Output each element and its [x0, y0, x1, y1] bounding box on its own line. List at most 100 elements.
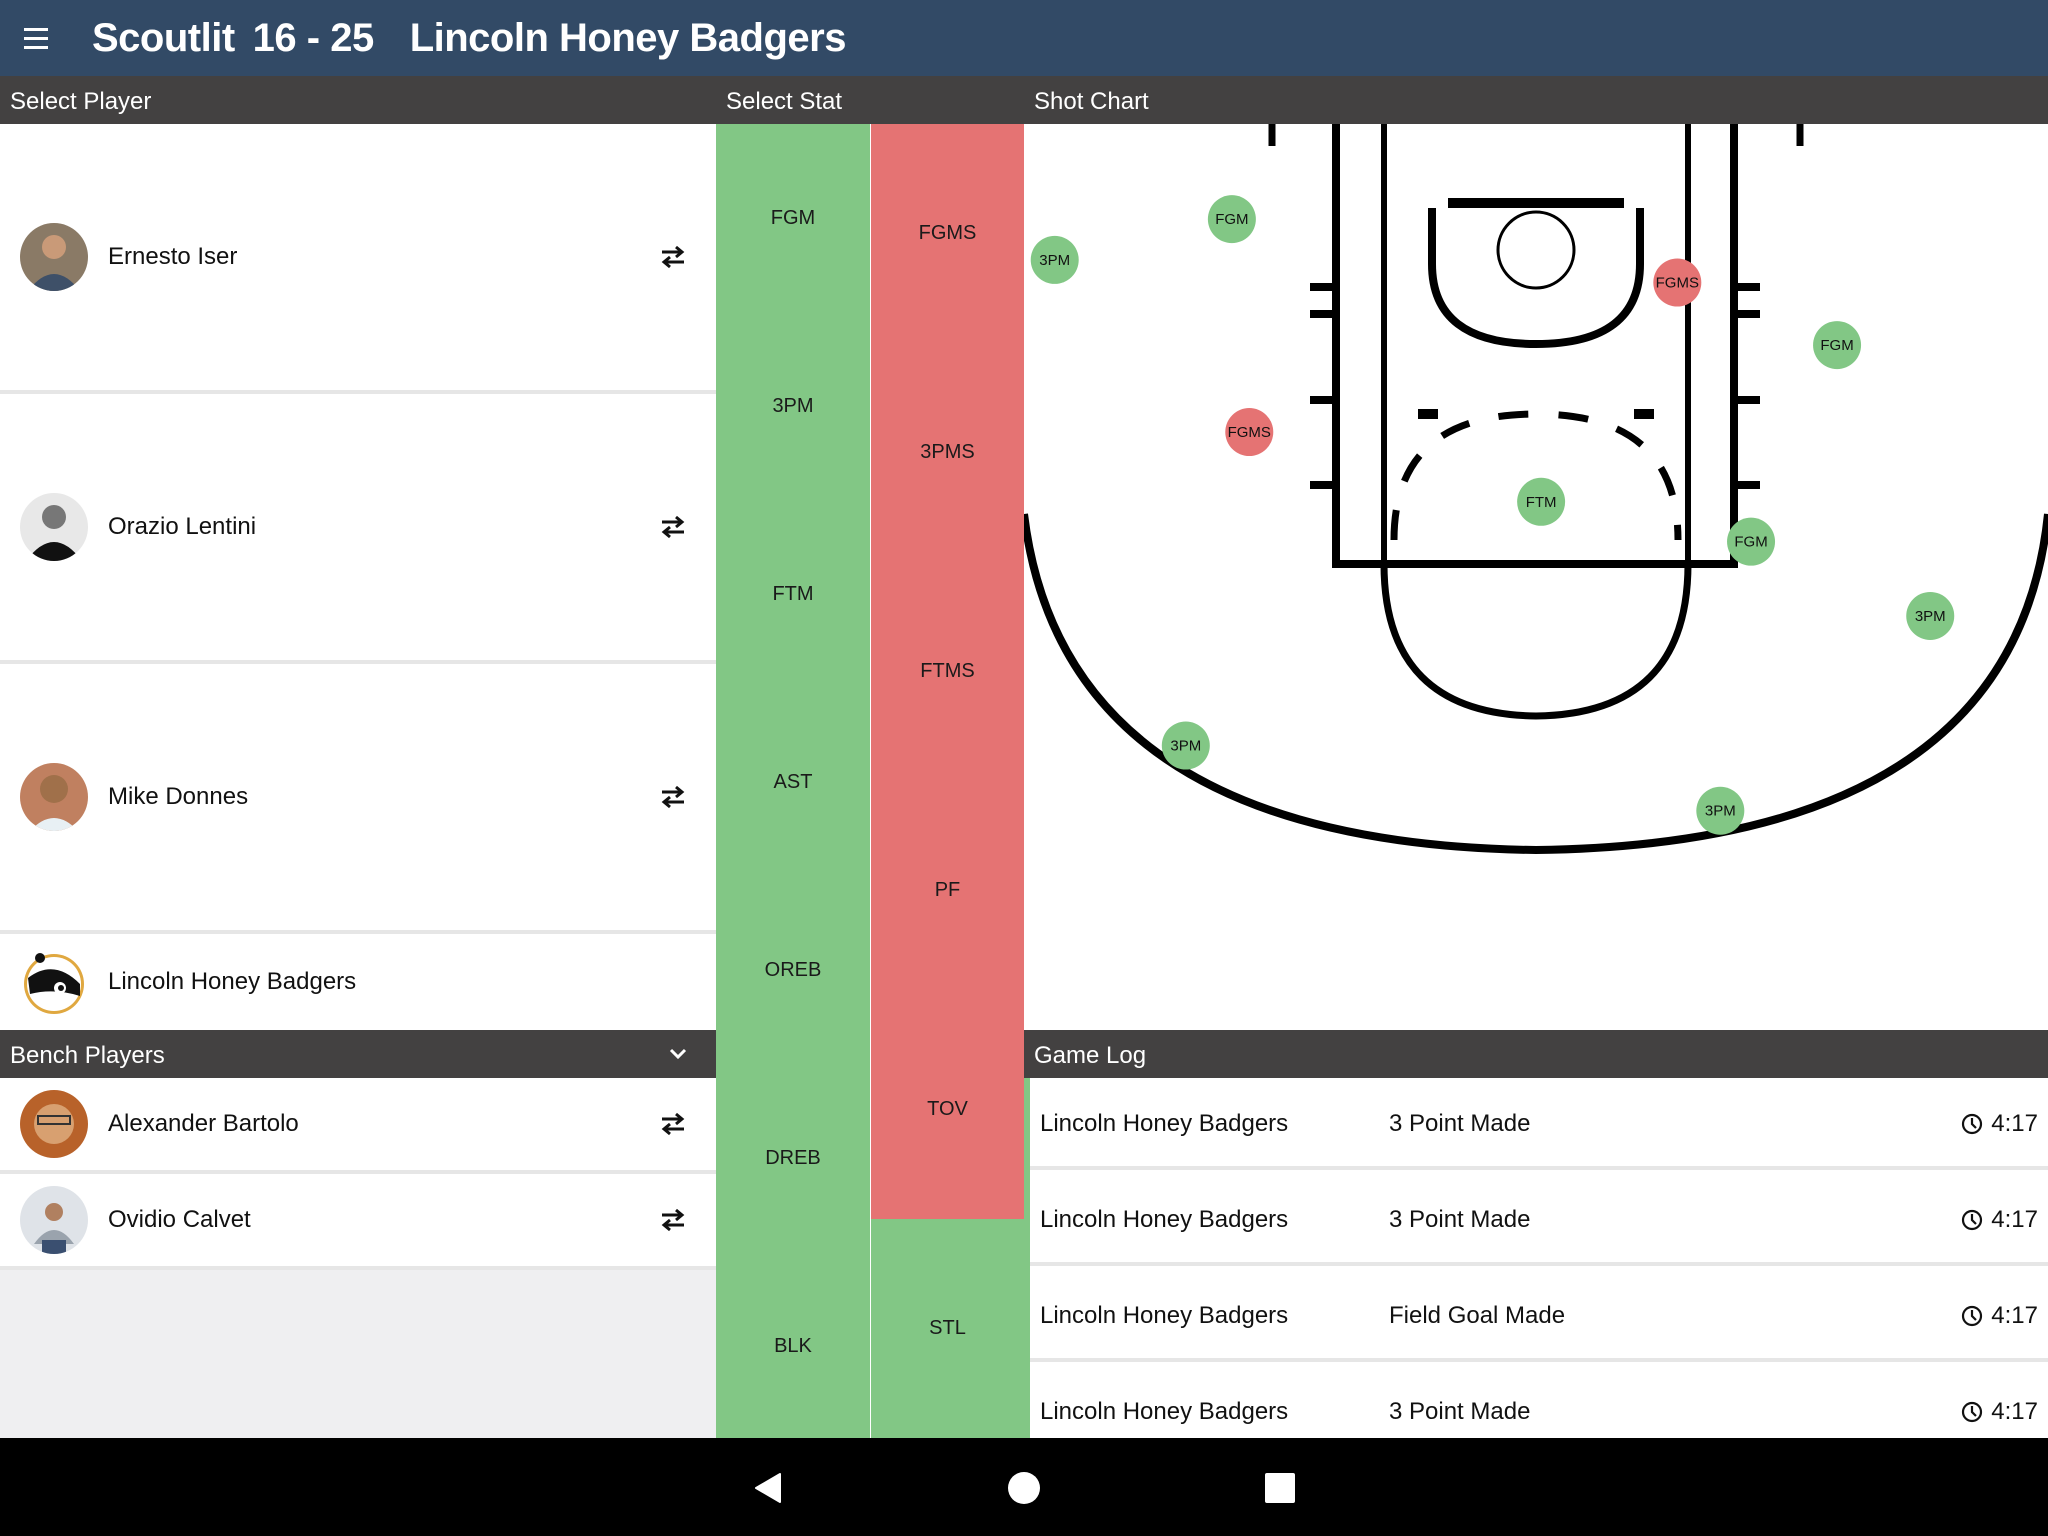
- log-row[interactable]: Lincoln Honey Badgers 3 Point Made 4:17: [1030, 1366, 2048, 1438]
- stat-button-3pms[interactable]: 3PMS: [871, 343, 1024, 562]
- shot-marker-fgm[interactable]: FGM: [1727, 517, 1776, 566]
- bench-players-header[interactable]: Bench Players: [0, 1030, 716, 1078]
- avatar-icon: [20, 1186, 88, 1254]
- log-event: 3 Point Made: [1389, 1206, 1531, 1233]
- clock-icon: [1962, 1209, 1983, 1231]
- avatar-icon: [20, 1090, 88, 1158]
- stat-button-ftm[interactable]: FTM: [716, 500, 870, 688]
- section-header-bar: Select Player Select Stat Shot Chart: [0, 76, 2048, 124]
- hamburger-menu-icon[interactable]: [0, 0, 72, 76]
- player-panel: Ernesto Iser Orazio Lentini Mike Donnes …: [0, 124, 716, 1438]
- avatar-icon: [20, 763, 88, 831]
- shot-marker-3pm[interactable]: 3PM: [1030, 235, 1079, 284]
- stat-button-pf[interactable]: PF: [871, 781, 1024, 1000]
- log-event: Field Goal Made: [1389, 1302, 1566, 1329]
- log-row[interactable]: Lincoln Honey Badgers Field Goal Made 4:…: [1030, 1270, 2048, 1362]
- shot-marker-ftm[interactable]: FTM: [1517, 477, 1566, 526]
- player-row-2[interactable]: Mike Donnes: [0, 664, 716, 934]
- log-team: Lincoln Honey Badgers: [1040, 1302, 1289, 1329]
- stat-button-ftms[interactable]: FTMS: [871, 562, 1024, 781]
- stat-button-tov[interactable]: TOV: [871, 1000, 1024, 1219]
- shot-label: 3PM: [1170, 738, 1201, 755]
- log-event: 3 Point Made: [1389, 1398, 1531, 1425]
- player-name: Alexander Bartolo: [108, 1110, 299, 1137]
- bench-player-row-1[interactable]: Ovidio Calvet: [0, 1174, 716, 1270]
- stat-button-stl[interactable]: STL: [871, 1219, 1024, 1438]
- stat-button-oreb[interactable]: OREB: [716, 876, 870, 1064]
- stat-button-dreb[interactable]: DREB: [716, 1064, 870, 1252]
- game-log-list[interactable]: Lincoln Honey Badgers 3 Point Made 4:17 …: [1024, 1078, 2048, 1438]
- app-bar: Scoutlit 16 - 25 Lincoln Honey Badgers: [0, 0, 2048, 76]
- log-time-value: 4:17: [1991, 1302, 2038, 1329]
- log-time-value: 4:17: [1991, 1206, 2038, 1233]
- player-avatar: [20, 1090, 88, 1158]
- stat-button-blk[interactable]: BLK: [716, 1252, 870, 1440]
- log-team: Lincoln Honey Badgers: [1040, 1398, 1289, 1425]
- log-team: Lincoln Honey Badgers: [1040, 1206, 1289, 1233]
- clock-icon: [1962, 1113, 1983, 1135]
- swap-arrows-icon[interactable]: [658, 1112, 688, 1136]
- rim: [1496, 210, 1576, 290]
- select-stat-label: Select Stat: [726, 88, 843, 115]
- log-time-value: 4:17: [1991, 1110, 2038, 1137]
- player-row-0[interactable]: Ernesto Iser: [0, 124, 716, 394]
- app-title: Scoutlit 16 - 25 Lincoln Honey Badgers: [92, 16, 846, 61]
- shot-marker-fgms[interactable]: FGMS: [1225, 408, 1274, 457]
- team-row[interactable]: Lincoln Honey Badgers: [0, 934, 716, 1030]
- player-avatar: [20, 493, 88, 561]
- player-avatar: [20, 1186, 88, 1254]
- swap-arrows-icon[interactable]: [658, 515, 688, 539]
- back-triangle-icon[interactable]: [748, 1468, 788, 1508]
- log-event: 3 Point Made: [1389, 1110, 1531, 1137]
- swap-arrows-icon[interactable]: [658, 245, 688, 269]
- shot-marker-3pm[interactable]: 3PM: [1696, 786, 1745, 835]
- avatar-icon: [20, 493, 88, 561]
- player-name: Orazio Lentini: [108, 513, 257, 540]
- player-name: Ovidio Calvet: [108, 1206, 251, 1233]
- log-row[interactable]: Lincoln Honey Badgers 3 Point Made 4:17: [1030, 1078, 2048, 1170]
- stat-button-3pm[interactable]: 3PM: [716, 312, 870, 500]
- log-time: 4:17: [1961, 1398, 2038, 1426]
- log-row[interactable]: Lincoln Honey Badgers 3 Point Made 4:17: [1030, 1174, 2048, 1266]
- shot-marker-3pm[interactable]: 3PM: [1161, 721, 1210, 770]
- log-team: Lincoln Honey Badgers: [1040, 1110, 1289, 1137]
- shot-chart-label: Shot Chart: [1034, 88, 1149, 115]
- team-name: Lincoln Honey Badgers: [409, 15, 847, 60]
- bench-players-label: Bench Players: [10, 1042, 165, 1069]
- shot-label: FGM: [1734, 534, 1767, 551]
- restricted-area: [1428, 208, 1644, 349]
- scoutlit-app: Scoutlit 16 - 25 Lincoln Honey Badgers Sel…: [0, 0, 2048, 1536]
- bench-player-row-0[interactable]: Alexander Bartolo: [0, 1078, 716, 1174]
- stat-button-ast[interactable]: AST: [716, 688, 870, 876]
- swap-arrows-icon[interactable]: [658, 1208, 688, 1232]
- shot-label: 3PM: [1915, 608, 1946, 625]
- log-time-value: 4:17: [1991, 1398, 2038, 1425]
- game-log-header: Game Log: [1024, 1030, 2048, 1078]
- shot-chart[interactable]: FGM 3PM FGMS FGM FGMS FTM FGM 3PM 3PM 3PM: [1024, 124, 2048, 1030]
- shot-label: FGM: [1820, 337, 1853, 354]
- home-circle-icon[interactable]: [1004, 1468, 1044, 1508]
- shot-label: FTM: [1526, 494, 1557, 511]
- shot-marker-3pm[interactable]: 3PM: [1906, 591, 1955, 640]
- negative-stats-column: FGMS 3PMS FTMS PF TOV STL: [871, 124, 1024, 1438]
- shot-marker-fgm[interactable]: FGM: [1207, 195, 1256, 244]
- honey-badger-logo: [20, 948, 88, 1016]
- clock-icon: [1962, 1305, 1983, 1327]
- avatar-icon: [20, 223, 88, 291]
- player-row-1[interactable]: Orazio Lentini: [0, 394, 716, 664]
- stat-button-fgms[interactable]: FGMS: [871, 124, 1024, 343]
- system-nav-bar: [0, 1438, 2048, 1536]
- chevron-down-icon[interactable]: [668, 1044, 688, 1064]
- recents-square-icon[interactable]: [1260, 1468, 1300, 1508]
- select-player-label: Select Player: [10, 88, 152, 115]
- log-time: 4:17: [1961, 1206, 2038, 1234]
- clock-icon: [1962, 1401, 1983, 1423]
- shot-label: FGMS: [1656, 275, 1699, 292]
- shot-marker-fgm[interactable]: FGM: [1813, 321, 1862, 370]
- shot-marker-fgms[interactable]: FGMS: [1653, 258, 1702, 307]
- swap-arrows-icon[interactable]: [658, 785, 688, 809]
- player-avatar: [20, 223, 88, 291]
- player-name: Ernesto Iser: [108, 243, 238, 270]
- stat-button-fgm[interactable]: FGM: [716, 124, 870, 312]
- game-score: 16 - 25: [252, 15, 375, 60]
